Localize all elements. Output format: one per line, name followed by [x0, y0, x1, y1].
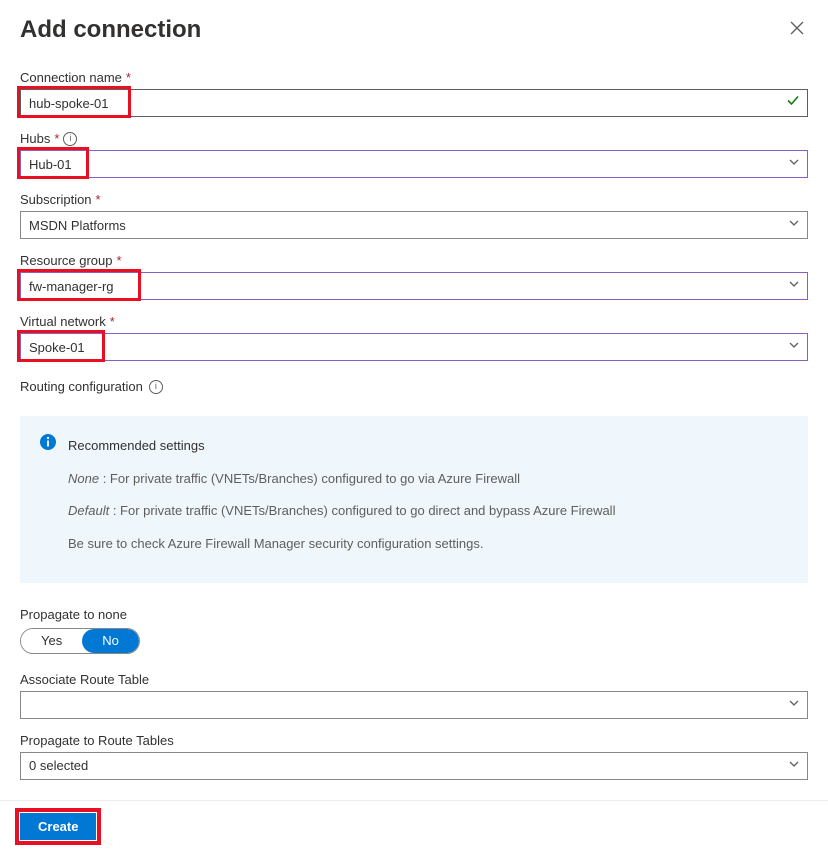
info-icon[interactable]: i — [63, 132, 77, 146]
subscription-select[interactable]: MSDN Platforms — [20, 211, 808, 239]
virtual-network-select[interactable]: Spoke-01 — [20, 333, 808, 361]
resource-group-label: Resource group* — [20, 253, 808, 268]
propagate-none-label: Propagate to none — [20, 607, 808, 622]
info-line-1: None : For private traffic (VNETs/Branch… — [68, 467, 615, 492]
connection-name-label: Connection name* — [20, 70, 808, 85]
page-title: Add connection — [20, 16, 201, 44]
info-circle-icon — [40, 434, 56, 565]
propagate-route-tables-label: Propagate to Route Tables — [20, 733, 808, 748]
toggle-no[interactable]: No — [82, 629, 139, 653]
associate-route-table-label: Associate Route Table — [20, 672, 808, 687]
close-icon[interactable] — [786, 17, 808, 44]
resource-group-select[interactable]: fw-manager-rg — [20, 272, 808, 300]
toggle-yes[interactable]: Yes — [21, 629, 82, 653]
info-line-3: Be sure to check Azure Firewall Manager … — [68, 532, 615, 557]
routing-configuration-label: Routing configuration i — [20, 379, 808, 394]
virtual-network-label: Virtual network* — [20, 314, 808, 329]
connection-name-input[interactable] — [20, 89, 808, 117]
hubs-select[interactable]: Hub-01 — [20, 150, 808, 178]
hubs-label: Hubs* i — [20, 131, 808, 146]
info-title: Recommended settings — [68, 434, 615, 459]
info-icon[interactable]: i — [149, 380, 163, 394]
create-button[interactable]: Create — [20, 813, 96, 840]
associate-route-table-select[interactable] — [20, 691, 808, 719]
info-line-2: Default : For private traffic (VNETs/Bra… — [68, 499, 615, 524]
recommended-settings-info: Recommended settings None : For private … — [20, 416, 808, 583]
propagate-none-toggle[interactable]: Yes No — [20, 628, 140, 654]
propagate-route-tables-select[interactable]: 0 selected — [20, 752, 808, 780]
subscription-label: Subscription* — [20, 192, 808, 207]
